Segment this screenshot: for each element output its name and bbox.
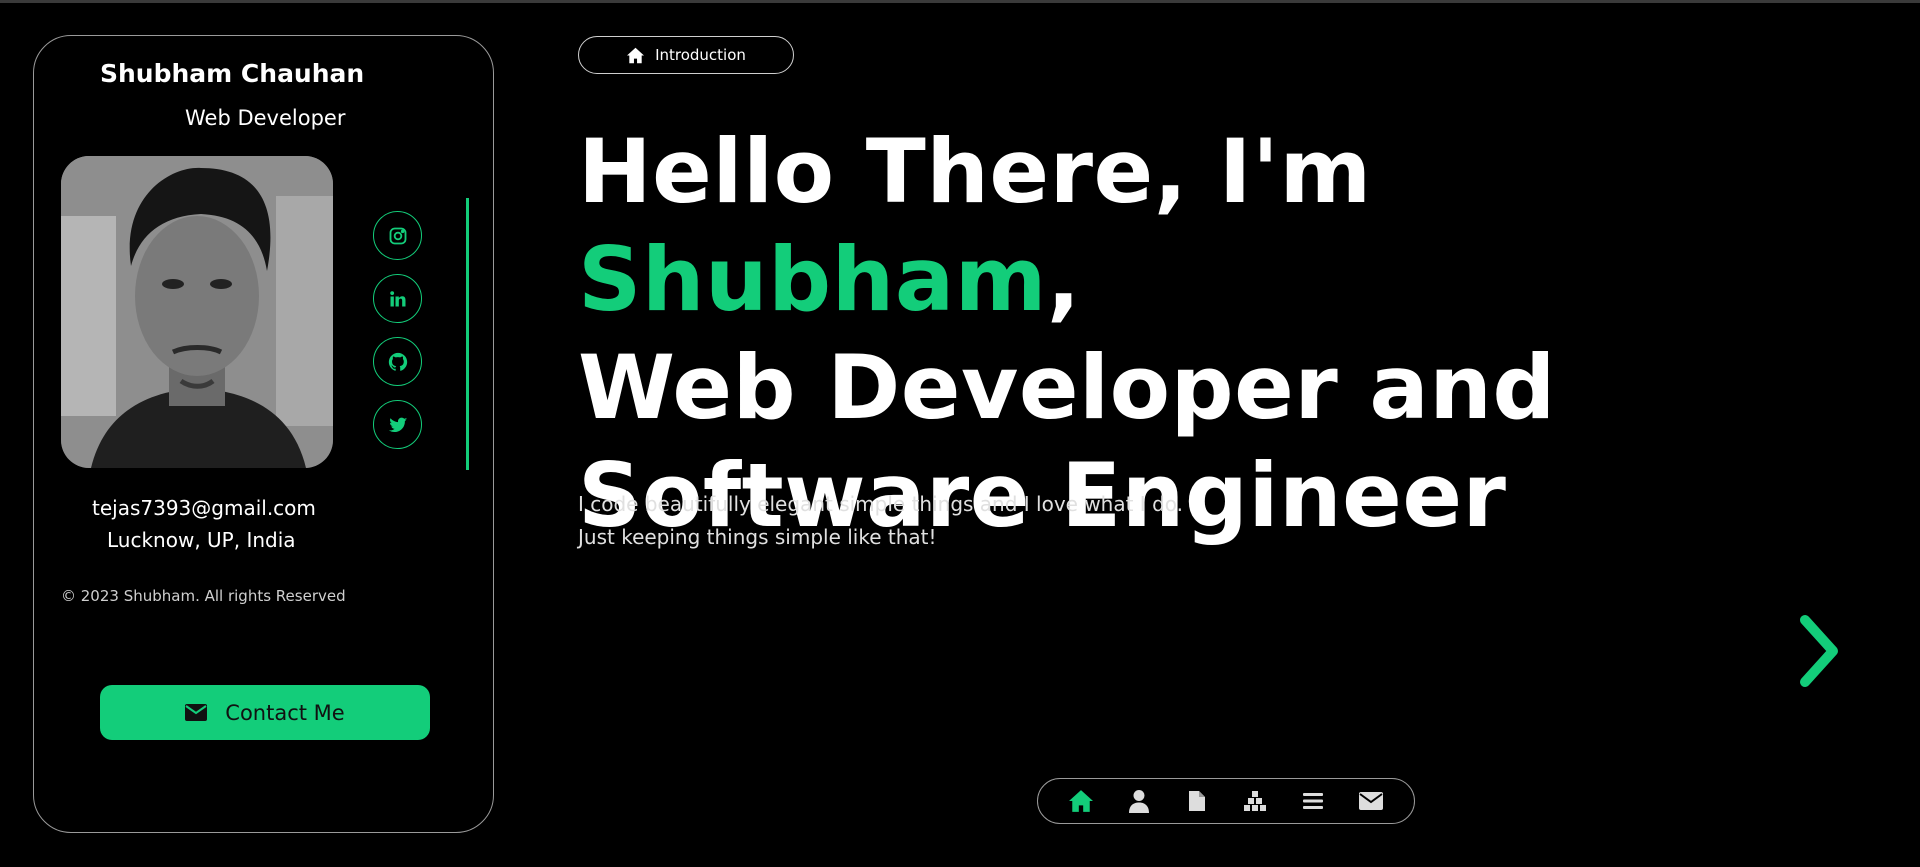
profile-name: Shubham Chauhan [100, 59, 365, 88]
headline-name: Shubham [578, 228, 1047, 331]
introduction-badge: Introduction [578, 36, 794, 74]
accent-divider [466, 198, 469, 470]
github-icon [388, 352, 407, 371]
twitter-icon [388, 417, 407, 432]
top-border [0, 0, 1920, 3]
contact-me-button[interactable]: Contact Me [100, 685, 430, 740]
home-icon [1069, 790, 1093, 812]
document-icon [1189, 791, 1205, 811]
user-icon [1129, 790, 1149, 813]
copyright-text: © 2023 Shubham. All rights Reserved [61, 587, 346, 605]
profile-photo [61, 156, 333, 468]
nav-resume[interactable] [1181, 785, 1213, 817]
linkedin-button[interactable] [373, 274, 422, 323]
nav-menu[interactable] [1297, 785, 1329, 817]
nav-contact[interactable] [1355, 785, 1387, 817]
profile-location: Lucknow, UP, India [107, 528, 296, 552]
home-icon [627, 47, 645, 63]
skills-icon [1244, 791, 1266, 811]
mail-icon [1359, 792, 1383, 810]
introduction-label: Introduction [655, 46, 746, 64]
twitter-button[interactable] [373, 400, 422, 449]
description-line-2: Just keeping things simple like that! [578, 525, 937, 549]
nav-skills[interactable] [1239, 785, 1271, 817]
profile-card: Shubham Chauhan Web Developer tejas7393@… [33, 35, 494, 833]
headline-comma: , [1046, 228, 1081, 331]
nav-about[interactable] [1123, 785, 1155, 817]
bottom-navigation [1037, 778, 1415, 824]
instagram-button[interactable] [373, 211, 422, 260]
profile-email: tejas7393@gmail.com [92, 496, 316, 520]
headline-prefix: Hello There, I'm [578, 120, 1372, 223]
hero-headline: Hello There, I'm Shubham, Web Developer … [578, 118, 1778, 550]
profile-role: Web Developer [185, 106, 346, 130]
headline-line-1: Hello There, I'm Shubham, [578, 118, 1778, 334]
nav-home[interactable] [1065, 785, 1097, 817]
linkedin-icon [389, 290, 405, 306]
instagram-icon [389, 227, 406, 244]
next-section-button[interactable] [1795, 612, 1845, 694]
envelope-icon [185, 704, 208, 721]
headline-line-2: Web Developer and [578, 336, 1556, 439]
social-links [373, 211, 422, 449]
menu-icon [1303, 793, 1323, 809]
contact-me-label: Contact Me [225, 700, 345, 725]
description-line-1: I code beautifully elegant simple things… [578, 492, 1183, 516]
github-button[interactable] [373, 337, 422, 386]
chevron-right-icon [1800, 615, 1838, 687]
hero-description: I code beautifully elegant simple things… [578, 488, 1183, 554]
